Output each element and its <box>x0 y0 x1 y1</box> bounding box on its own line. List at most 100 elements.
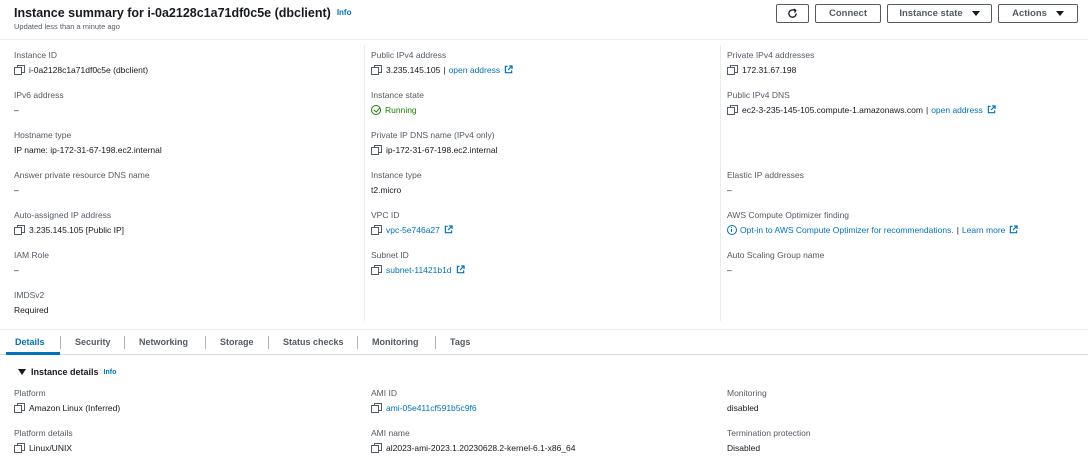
private-dns-value: ip-172-31-67-198.ec2.internal <box>386 144 498 155</box>
ami-id-field: AMI ID ami-05e411cf591b5c9f6 <box>371 388 477 414</box>
field-value: ec2-3-235-145-105.compute-1.amazonaws.co… <box>727 103 996 116</box>
tab-monitoring[interactable]: Monitoring <box>372 337 419 347</box>
subnet-id-link[interactable]: subnet-11421b1d <box>386 265 452 275</box>
copy-icon[interactable] <box>371 224 382 235</box>
tab-divider <box>124 336 125 349</box>
private-dns-field: Private IP DNS name (IPv4 only) ip-172-3… <box>371 130 498 156</box>
caret-down-icon <box>1055 11 1064 16</box>
field-label: Platform details <box>14 428 73 438</box>
field-label: Instance type <box>371 170 422 180</box>
tab-divider <box>60 336 61 349</box>
auto-ip-value: 3.235.145.105 [Public IP] <box>29 224 124 235</box>
tab-status-checks[interactable]: Status checks <box>283 337 344 347</box>
separator: | <box>956 224 959 235</box>
copy-icon[interactable] <box>371 144 382 155</box>
field-label: Auto Scaling Group name <box>727 250 825 260</box>
info-link[interactable]: Info <box>337 8 352 17</box>
field-label: IPv6 address <box>14 90 64 100</box>
external-link-icon[interactable] <box>444 225 453 234</box>
external-link-icon[interactable] <box>987 105 996 114</box>
private-ipv4-value: 172.31.67.198 <box>742 64 797 75</box>
caret-down-icon <box>971 11 980 16</box>
instance-state-dropdown-label: Instance state <box>899 8 963 19</box>
field-label: Platform <box>14 388 46 398</box>
refresh-button[interactable] <box>776 4 809 23</box>
separator: | <box>925 104 929 115</box>
copy-icon[interactable] <box>371 264 382 275</box>
field-label: Instance ID <box>14 50 57 60</box>
instance-details-section-header[interactable]: Instance details Info <box>18 367 116 377</box>
copy-icon[interactable] <box>727 104 738 115</box>
success-check-icon <box>371 104 381 115</box>
ipv6-field: IPv6 address – <box>14 90 64 116</box>
field-label: Answer private resource DNS name <box>14 170 150 180</box>
external-link-icon[interactable] <box>504 65 513 74</box>
tab-storage[interactable]: Storage <box>220 337 254 347</box>
public-ipv4-field: Public IPv4 address 3.235.145.105 | open a… <box>371 50 513 76</box>
active-tab-indicator <box>6 352 60 355</box>
connect-button[interactable]: Connect <box>815 4 881 23</box>
subnet-id-field: Subnet ID subnet-11421b1d <box>371 250 465 276</box>
field-value: vpc-5e746a27 <box>371 223 453 236</box>
vpc-id-link[interactable]: vpc-5e746a27 <box>386 225 440 235</box>
ami-id-link[interactable]: ami-05e411cf591b5c9f6 <box>386 403 477 413</box>
page-title-text: Instance summary for i-0a2128c1a71df0c5e… <box>14 6 331 20</box>
open-address-link[interactable]: open address <box>931 105 983 115</box>
tab-tags[interactable]: Tags <box>450 337 470 347</box>
optimizer-opt-in-link[interactable]: Opt-in to AWS Compute Optimizer for reco… <box>740 225 954 235</box>
platform-field: Platform Amazon Linux (Inferred) <box>14 388 120 414</box>
monitoring-value: disabled <box>727 402 759 413</box>
ipv6-value: – <box>14 104 19 115</box>
external-link-icon[interactable] <box>456 265 465 274</box>
tab-divider <box>205 336 206 349</box>
field-value: Amazon Linux (Inferred) <box>14 401 120 414</box>
field-value: 3.235.145.105 [Public IP] <box>14 223 124 236</box>
field-label: VPC ID <box>371 210 400 220</box>
field-label: AWS Compute Optimizer finding <box>727 210 850 220</box>
caret-down-icon[interactable] <box>18 369 26 375</box>
copy-icon[interactable] <box>14 64 25 75</box>
field-label: Subnet ID <box>371 250 409 260</box>
copy-icon[interactable] <box>14 402 25 413</box>
external-link-icon[interactable] <box>1009 225 1019 234</box>
instance-id-value: i-0a2128c1a71df0c5e (dbclient) <box>29 64 149 75</box>
iam-role-value: – <box>14 264 19 275</box>
field-value: ip-172-31-67-198.ec2.internal <box>371 143 498 156</box>
column-divider <box>364 45 365 321</box>
elastic-ip-field: Elastic IP addresses – <box>727 170 804 196</box>
learn-more-link[interactable]: Learn more <box>962 225 1005 235</box>
copy-icon[interactable] <box>371 64 382 75</box>
tab-networking[interactable]: Networking <box>139 337 188 347</box>
field-label: Hostname type <box>14 130 72 140</box>
vpc-id-field: VPC ID vpc-5e746a27 <box>371 210 453 236</box>
details-tabs: Details Security Networking Storage Stat… <box>0 329 1088 355</box>
copy-icon[interactable] <box>14 442 25 453</box>
open-address-link[interactable]: open address <box>449 65 501 75</box>
instance-state-field: Instance state Running <box>371 90 424 116</box>
public-dns-field: Public IPv4 DNS ec2-3-235-145-105.comput… <box>727 90 996 116</box>
tab-security[interactable]: Security <box>75 337 111 347</box>
ami-name-value: al2023-ami-2023.1.20230628.2-kernel-6.1-… <box>386 442 576 453</box>
answer-dns-value: – <box>14 184 19 195</box>
info-circle-icon <box>727 224 737 235</box>
actions-dropdown[interactable]: Actions <box>998 4 1078 23</box>
tab-divider <box>268 336 269 349</box>
copy-icon[interactable] <box>727 64 738 75</box>
copy-icon[interactable] <box>14 224 25 235</box>
field-label: Private IP DNS name (IPv4 only) <box>371 130 495 140</box>
info-link[interactable]: Info <box>104 369 117 376</box>
instance-state-dropdown[interactable]: Instance state <box>887 4 992 23</box>
termination-protection-value: Disabled <box>727 442 761 453</box>
ami-name-field: AMI name al2023-ami-2023.1.20230628.2-ke… <box>371 428 576 454</box>
instance-state-value: Running <box>385 104 417 115</box>
private-ipv4-field: Private IPv4 addresses 172.31.67.198 <box>727 50 814 76</box>
copy-icon[interactable] <box>371 402 382 413</box>
tab-details[interactable]: Details <box>15 337 45 347</box>
field-label: Private IPv4 addresses <box>727 50 815 60</box>
field-label: Monitoring <box>727 388 767 398</box>
field-value: Running <box>371 103 424 116</box>
hostname-type-field: Hostname type IP name: ip-172-31-67-198.… <box>14 130 162 156</box>
instance-type-field: Instance type t2.micro <box>371 170 422 196</box>
copy-icon[interactable] <box>371 442 382 453</box>
field-value: subnet-11421b1d <box>371 263 465 276</box>
